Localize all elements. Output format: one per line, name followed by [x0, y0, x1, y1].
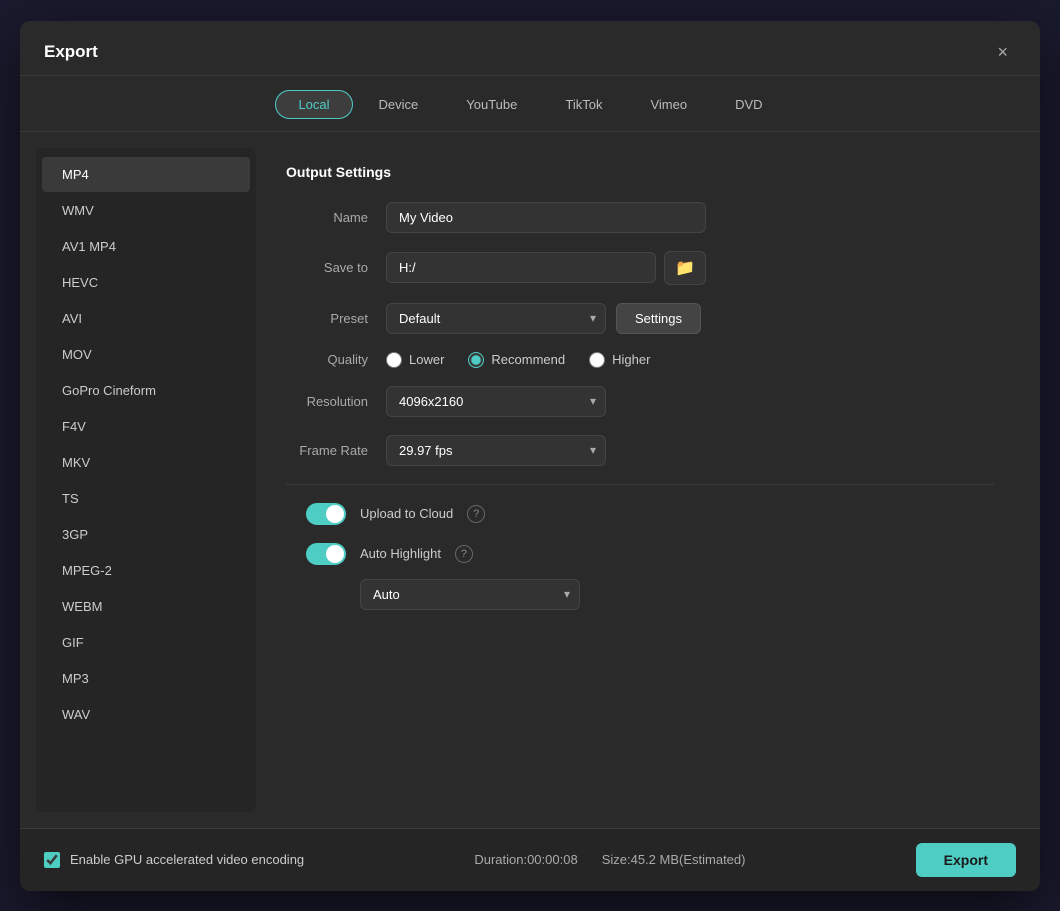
quality-row: Quality Lower Recommend Higher: [286, 352, 994, 368]
quality-recommend-label: Recommend: [491, 352, 565, 367]
preset-select[interactable]: Default Custom: [386, 303, 606, 334]
frame-rate-select[interactable]: 29.97 fps 24 fps 30 fps 60 fps: [386, 435, 606, 466]
name-input[interactable]: [386, 202, 706, 233]
auto-highlight-toggle-knob: [326, 545, 344, 563]
frame-rate-label: Frame Rate: [286, 443, 386, 458]
save-path-input[interactable]: [386, 252, 656, 283]
gpu-row: Enable GPU accelerated video encoding: [44, 852, 304, 868]
auto-highlight-row: Auto Highlight ?: [286, 543, 994, 565]
preset-label: Preset: [286, 311, 386, 326]
upload-cloud-label: Upload to Cloud: [360, 506, 453, 521]
tab-local[interactable]: Local: [275, 90, 352, 119]
tab-bar: LocalDeviceYouTubeTikTokVimeoDVD: [20, 76, 1040, 132]
name-row: Name: [286, 202, 994, 233]
resolution-row: Resolution 4096x2160 1920x1080 1280x720 …: [286, 386, 994, 417]
quality-lower-radio[interactable]: [386, 352, 402, 368]
format-item-mp4[interactable]: MP4: [42, 157, 250, 192]
upload-cloud-toggle[interactable]: [306, 503, 346, 525]
frame-rate-row: Frame Rate 29.97 fps 24 fps 30 fps 60 fp…: [286, 435, 994, 466]
quality-lower-option[interactable]: Lower: [386, 352, 444, 368]
gpu-checkbox[interactable]: [44, 852, 60, 868]
tab-device[interactable]: Device: [357, 90, 441, 119]
gpu-label: Enable GPU accelerated video encoding: [70, 852, 304, 867]
name-label: Name: [286, 210, 386, 225]
format-item-hevc[interactable]: HEVC: [42, 265, 250, 300]
save-to-label: Save to: [286, 260, 386, 275]
resolution-label: Resolution: [286, 394, 386, 409]
format-item-mkv[interactable]: MKV: [42, 445, 250, 480]
format-item-gopro[interactable]: GoPro Cineform: [42, 373, 250, 408]
settings-button[interactable]: Settings: [616, 303, 701, 334]
quality-label: Quality: [286, 352, 386, 367]
duration-info: Duration:00:00:08: [474, 852, 577, 867]
preset-select-container: Default Custom ▾: [386, 303, 606, 334]
format-item-av1mp4[interactable]: AV1 MP4: [42, 229, 250, 264]
frame-rate-select-container: 29.97 fps 24 fps 30 fps 60 fps ▾: [386, 435, 606, 466]
format-item-mov[interactable]: MOV: [42, 337, 250, 372]
format-item-ts[interactable]: TS: [42, 481, 250, 516]
settings-panel: Output Settings Name Save to 📁 Preset: [256, 148, 1024, 812]
folder-browse-button[interactable]: 📁: [664, 251, 706, 285]
size-info: Size:45.2 MB(Estimated): [602, 852, 746, 867]
footer-info: Duration:00:00:08 Size:45.2 MB(Estimated…: [474, 852, 745, 867]
quality-recommend-option[interactable]: Recommend: [468, 352, 565, 368]
auto-highlight-help-icon[interactable]: ?: [455, 545, 473, 563]
format-item-wav[interactable]: WAV: [42, 697, 250, 732]
dialog-header: Export ×: [20, 21, 1040, 76]
quality-lower-label: Lower: [409, 352, 444, 367]
format-item-gif[interactable]: GIF: [42, 625, 250, 660]
content-area: MP4WMVAV1 MP4HEVCAVIMOVGoPro CineformF4V…: [20, 132, 1040, 828]
format-list: MP4WMVAV1 MP4HEVCAVIMOVGoPro CineformF4V…: [36, 148, 256, 812]
auto-select[interactable]: Auto Manual: [360, 579, 580, 610]
resolution-select[interactable]: 4096x2160 1920x1080 1280x720 3840x2160: [386, 386, 606, 417]
format-item-avi[interactable]: AVI: [42, 301, 250, 336]
upload-cloud-help-icon[interactable]: ?: [467, 505, 485, 523]
auto-highlight-toggle[interactable]: [306, 543, 346, 565]
preset-controls: Default Custom ▾ Settings: [386, 303, 701, 334]
format-item-f4v[interactable]: F4V: [42, 409, 250, 444]
export-dialog: Export × LocalDeviceYouTubeTikTokVimeoDV…: [20, 21, 1040, 891]
output-settings-title: Output Settings: [286, 164, 994, 180]
toggle-knob: [326, 505, 344, 523]
export-button[interactable]: Export: [916, 843, 1016, 877]
upload-cloud-row: Upload to Cloud ?: [286, 503, 994, 525]
format-item-mpeg2[interactable]: MPEG-2: [42, 553, 250, 588]
auto-select-container: Auto Manual ▾: [360, 579, 580, 610]
format-item-webm[interactable]: WEBM: [42, 589, 250, 624]
tab-dvd[interactable]: DVD: [713, 90, 784, 119]
tab-vimeo[interactable]: Vimeo: [628, 90, 709, 119]
preset-row: Preset Default Custom ▾ Settings: [286, 303, 994, 334]
quality-options: Lower Recommend Higher: [386, 352, 994, 368]
save-to-controls: 📁: [386, 251, 706, 285]
save-to-row: Save to 📁: [286, 251, 994, 285]
quality-higher-option[interactable]: Higher: [589, 352, 650, 368]
quality-higher-label: Higher: [612, 352, 650, 367]
divider: [286, 484, 994, 485]
tab-tiktok[interactable]: TikTok: [543, 90, 624, 119]
format-item-3gp[interactable]: 3GP: [42, 517, 250, 552]
format-item-wmv[interactable]: WMV: [42, 193, 250, 228]
auto-select-wrapper: Auto Manual ▾: [286, 579, 994, 610]
quality-higher-radio[interactable]: [589, 352, 605, 368]
dialog-footer: Enable GPU accelerated video encoding Du…: [20, 828, 1040, 891]
quality-recommend-radio[interactable]: [468, 352, 484, 368]
dialog-title: Export: [44, 42, 98, 62]
close-button[interactable]: ×: [989, 39, 1016, 65]
format-item-mp3[interactable]: MP3: [42, 661, 250, 696]
tab-youtube[interactable]: YouTube: [444, 90, 539, 119]
resolution-select-container: 4096x2160 1920x1080 1280x720 3840x2160 ▾: [386, 386, 606, 417]
auto-highlight-label: Auto Highlight: [360, 546, 441, 561]
